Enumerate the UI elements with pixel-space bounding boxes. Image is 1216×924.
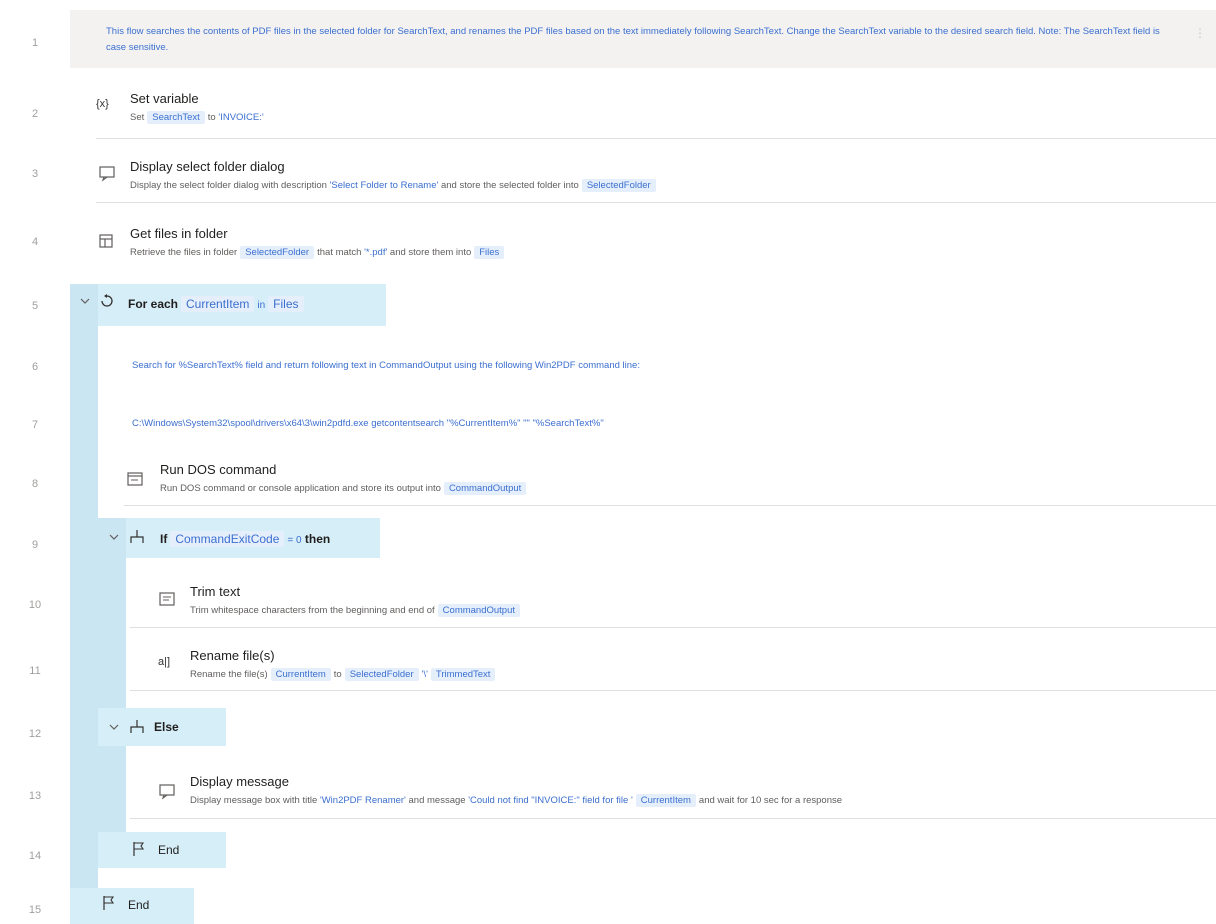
action-description: Rename the file(s) CurrentItem to SelectedF… [190,668,498,681]
terminal-icon [127,472,143,486]
action-title: Display message [190,774,289,789]
variable-chip[interactable]: TrimmedText [430,668,496,681]
flag-icon [133,842,145,856]
line-number: 2 [31,108,39,120]
action-description: Run DOS command or console application a… [160,482,529,495]
comment-text-7[interactable]: C:\Windows\System32\spool\drivers\x64\3\… [132,416,604,432]
dialog-icon [99,166,115,182]
action-display-message[interactable]: Display message Display message box with… [126,762,1216,816]
for-each-header: For each CurrentItem in Files [128,296,307,312]
else-branch-icon [130,720,144,733]
variable-chip[interactable]: SelectedFolder [240,246,315,259]
line-number: 1 [31,37,39,49]
action-title: Display select folder dialog [130,159,285,174]
action-run-dos-command[interactable]: Run DOS command Run DOS command or conso… [98,452,1216,504]
action-display-select-folder[interactable]: Display select folder dialog Display the… [70,142,1216,200]
variable-chip[interactable]: SelectedFolder [581,179,656,192]
for-each-scope-bar [70,284,98,900]
line-number: 11 [29,665,41,677]
if-scope-bar [98,518,126,868]
comment-text-1: This flow searches the contents of PDF f… [106,26,1160,53]
variable-chip[interactable]: CurrentItem [270,668,331,681]
condition-icon [130,530,144,543]
row-separator [96,202,1216,203]
action-title: Get files in folder [130,226,228,241]
action-description: Trim whitespace characters from the begi… [190,604,523,617]
variable-chip[interactable]: CurrentItem [635,794,696,807]
rename-icon: a|] [158,656,171,668]
line-number: 13 [28,790,42,802]
line-number: 10 [28,599,42,611]
row-separator [130,627,1216,628]
row-separator [124,505,1216,506]
action-title: Set variable [130,91,199,106]
action-description: Set SearchText to 'INVOICE:' [130,111,264,124]
folder-files-icon [99,234,113,248]
row-separator [96,138,1216,139]
line-number-gutter: 1 2 3 4 5 6 7 8 9 10 11 12 13 14 15 [0,0,70,924]
row-separator [130,818,1216,819]
end-label: End [128,898,150,912]
action-description: Display message box with title 'Win2PDF … [190,794,843,807]
action-set-variable[interactable]: {x} Set variable Set SearchText to 'INVOIC… [70,80,1216,138]
action-title: Rename file(s) [190,648,275,663]
variable-chip[interactable]: CommandOutput [437,604,521,617]
chevron-down-icon[interactable] [109,532,119,542]
variable-chip[interactable]: CommandExitCode [170,531,285,547]
line-number: 7 [31,419,39,431]
line-number: 15 [28,904,42,916]
comment-text-6[interactable]: Search for %SearchText% field and return… [132,358,640,374]
action-get-files-in-folder[interactable]: Get files in folder Retrieve the files i… [70,210,1216,268]
line-number: 5 [31,300,39,312]
trim-text-icon [159,592,175,606]
line-number: 12 [28,728,42,740]
line-number: 14 [28,850,42,862]
line-number: 8 [31,478,39,490]
line-number: 9 [31,539,39,551]
variable-chip[interactable]: SearchText [147,111,205,124]
loop-icon [101,294,113,307]
action-rename-files[interactable]: a|] Rename file(s) Rename the file(s) Cur… [126,636,1216,688]
line-number: 3 [31,168,39,180]
if-header: If CommandExitCode = 0 then [160,531,331,547]
variable-chip[interactable]: CommandOutput [443,482,527,495]
else-header: Else [154,720,179,734]
flag-icon [103,896,115,910]
line-number: 6 [31,361,39,373]
variable-icon: {x} [96,98,109,110]
chevron-down-icon[interactable] [80,296,90,306]
variable-chip[interactable]: SelectedFolder [344,668,419,681]
variable-chip[interactable]: CurrentItem [181,296,255,312]
action-trim-text[interactable]: Trim text Trim whitespace characters fro… [126,574,1216,626]
end-label: End [158,843,180,857]
row-separator [130,690,1216,691]
action-title: Run DOS command [160,462,277,477]
message-icon [159,784,175,800]
variable-chip[interactable]: Files [268,296,304,312]
action-description: Retrieve the files in folder SelectedFold… [130,246,507,259]
more-options-icon[interactable]: ⋮ [1194,26,1206,40]
chevron-down-icon[interactable] [109,722,119,732]
line-number: 4 [31,236,39,248]
variable-chip[interactable]: Files [474,246,505,259]
action-description: Display the select folder dialog with de… [130,179,659,192]
action-title: Trim text [190,584,241,599]
